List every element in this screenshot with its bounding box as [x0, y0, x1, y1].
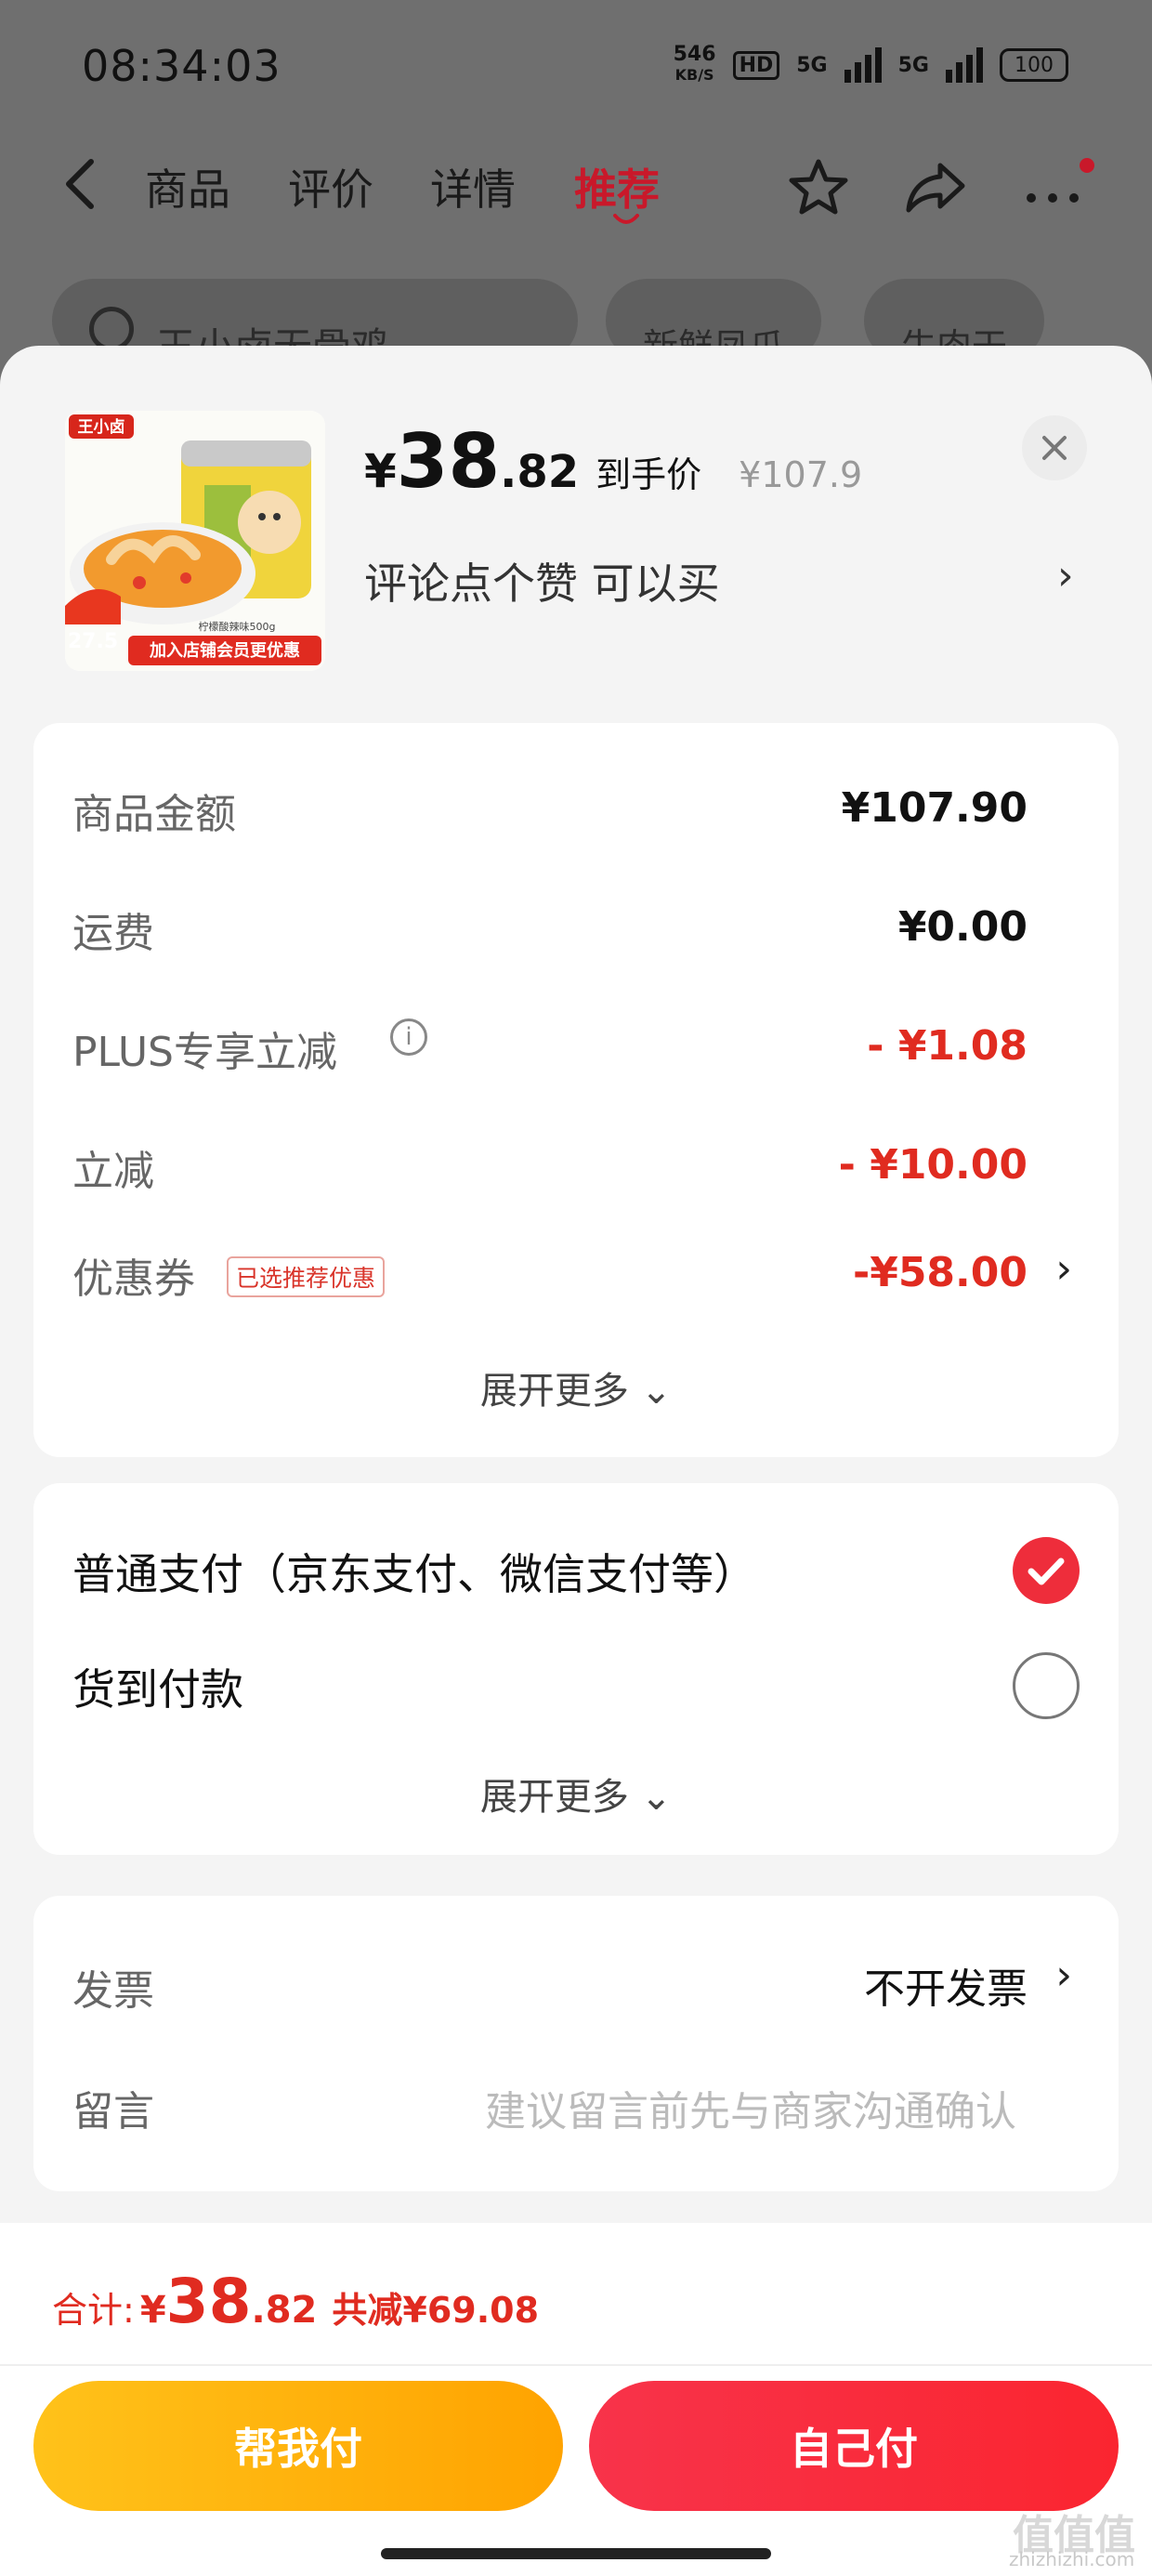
plus-discount-value: - ¥1.08 — [867, 1022, 1028, 1070]
chevron-down-icon: ⌄ — [628, 1776, 673, 1819]
nav-bar: 商品 评价 详情 推荐 — [0, 139, 1152, 237]
invoice-value[interactable]: 不开发票 — [864, 1955, 1028, 2015]
note-input[interactable]: 建议留言前先与商家沟通确认 — [485, 2078, 1016, 2137]
tab-details[interactable]: 详情 — [430, 156, 516, 217]
network-speed: 546 KB/S — [673, 43, 716, 85]
info-icon[interactable]: i — [390, 1019, 427, 1056]
coupon-row[interactable]: 优惠券 已选推荐优惠 -¥58.00 › — [33, 1245, 1119, 1303]
battery-icon: 100 — [1000, 48, 1068, 82]
chevron-right-icon[interactable]: › — [1055, 1245, 1072, 1293]
total-decimal: .82 — [251, 2289, 318, 2332]
radio-unselected-icon[interactable] — [1013, 1652, 1080, 1719]
total-symbol: ¥ — [139, 2289, 166, 2332]
plus-discount-row: PLUS专享立减 i - ¥1.08 — [33, 1019, 1119, 1076]
shipping-label: 运费 — [72, 910, 154, 957]
price-symbol: ¥ — [364, 444, 397, 498]
notification-dot — [1080, 158, 1094, 173]
goods-amount-label: 商品金额 — [72, 791, 236, 838]
watermark-text: zhizhizhi.com — [1009, 2548, 1135, 2570]
note-label: 留言 — [72, 2088, 154, 2136]
coupon-value: -¥58.00 — [852, 1249, 1028, 1296]
extras-card: 发票 不开发票 › 留言 建议留言前先与商家沟通确认 — [33, 1896, 1119, 2191]
product-image[interactable]: 王小卤 27.5 柠檬酸辣味500g 加入店铺会员更优惠 — [65, 411, 325, 671]
brand-badge-text: 王小卤 — [78, 417, 125, 437]
signal-icon — [844, 47, 882, 83]
help-pay-button[interactable]: 帮我付 — [33, 2381, 563, 2511]
signal-5g-label-2: 5G — [897, 53, 929, 77]
divider — [0, 2364, 1152, 2366]
tab-product[interactable]: 商品 — [145, 156, 230, 217]
shipping-value: ¥0.00 — [897, 903, 1028, 951]
search-icon — [89, 307, 134, 351]
chevron-right-icon[interactable]: › — [1055, 1952, 1072, 1999]
signal-5g-label: 5G — [796, 53, 828, 77]
active-tab-indicator — [613, 214, 639, 224]
plus-discount-label: PLUS专享立减 — [72, 1029, 337, 1076]
product-illustration: 王小卤 27.5 柠檬酸辣味500g 加入店铺会员更优惠 — [65, 411, 325, 671]
price-summary-card: 商品金额 ¥107.90 运费 ¥0.00 PLUS专享立减 i - ¥1.08… — [33, 723, 1119, 1457]
signal-icon-2 — [946, 47, 983, 83]
status-icons: 546 KB/S HD 5G 5G 100 — [674, 45, 1068, 85]
share-icon[interactable] — [903, 156, 968, 217]
total-label: 合计: — [52, 2290, 135, 2331]
final-price: ¥ 38 .82 到手价 ¥107.9 — [364, 418, 862, 505]
tab-recommend[interactable]: 推荐 — [574, 156, 660, 217]
checkout-footer: 合计: ¥ 38 .82 共减¥69.08 帮我付 自己付 值值值 zhizhi… — [0, 2223, 1152, 2576]
more-icon[interactable] — [1020, 156, 1085, 217]
payment-card: 普通支付（京东支付、微信支付等） 货到付款 展开更多 ⌄ — [33, 1483, 1119, 1855]
expand-more-payment[interactable]: 展开更多 ⌄ — [33, 1767, 1119, 1820]
status-bar: 08:34:03 546 KB/S HD 5G 5G 100 — [0, 0, 1152, 139]
total-summary: 合计: ¥ 38 .82 共减¥69.08 — [52, 2266, 539, 2337]
chevron-right-icon[interactable]: › — [1057, 552, 1074, 599]
price-label: 到手价 — [596, 454, 702, 495]
self-pay-button[interactable]: 自己付 — [589, 2381, 1119, 2511]
original-price: ¥107.9 — [739, 454, 863, 495]
status-time: 08:34:03 — [82, 41, 281, 91]
instant-discount-label: 立减 — [72, 1148, 154, 1195]
back-arrow-icon[interactable] — [58, 156, 104, 212]
product-subtitle[interactable]: 评论点个赞 可以买 — [364, 550, 720, 611]
hd-icon: HD — [732, 50, 780, 80]
checkmark-selected-icon[interactable] — [1013, 1537, 1080, 1604]
goods-amount-value: ¥107.90 — [841, 784, 1028, 832]
coupon-tag: 已选推荐优惠 — [227, 1256, 386, 1297]
payment-option-cod[interactable]: 货到付款 — [72, 1656, 243, 1717]
invoice-label: 发票 — [72, 1967, 154, 2015]
close-icon[interactable] — [1022, 415, 1087, 480]
coupon-label: 优惠券 — [72, 1255, 195, 1303]
price-decimal: .82 — [500, 446, 580, 498]
home-indicator[interactable] — [381, 2548, 771, 2559]
chevron-down-icon: ⌄ — [628, 1370, 673, 1413]
payment-option-standard[interactable]: 普通支付（京东支付、微信支付等） — [72, 1541, 756, 1602]
price-integer: 38 — [396, 418, 501, 505]
total-saved: 共减¥69.08 — [332, 2290, 540, 2331]
star-icon[interactable] — [786, 156, 851, 217]
img-banner-text: 加入店铺会员更优惠 — [149, 640, 300, 661]
total-integer: 38 — [165, 2266, 252, 2337]
img-flavor-text: 柠檬酸辣味500g — [199, 620, 276, 633]
tab-reviews[interactable]: 评价 — [288, 156, 373, 217]
expand-more-summary[interactable]: 展开更多 ⌄ — [33, 1360, 1119, 1414]
instant-discount-value: - ¥10.00 — [838, 1141, 1028, 1189]
search-row: 王小卤无骨鸡 新鲜凤爪 牛肉干 — [0, 279, 1152, 370]
